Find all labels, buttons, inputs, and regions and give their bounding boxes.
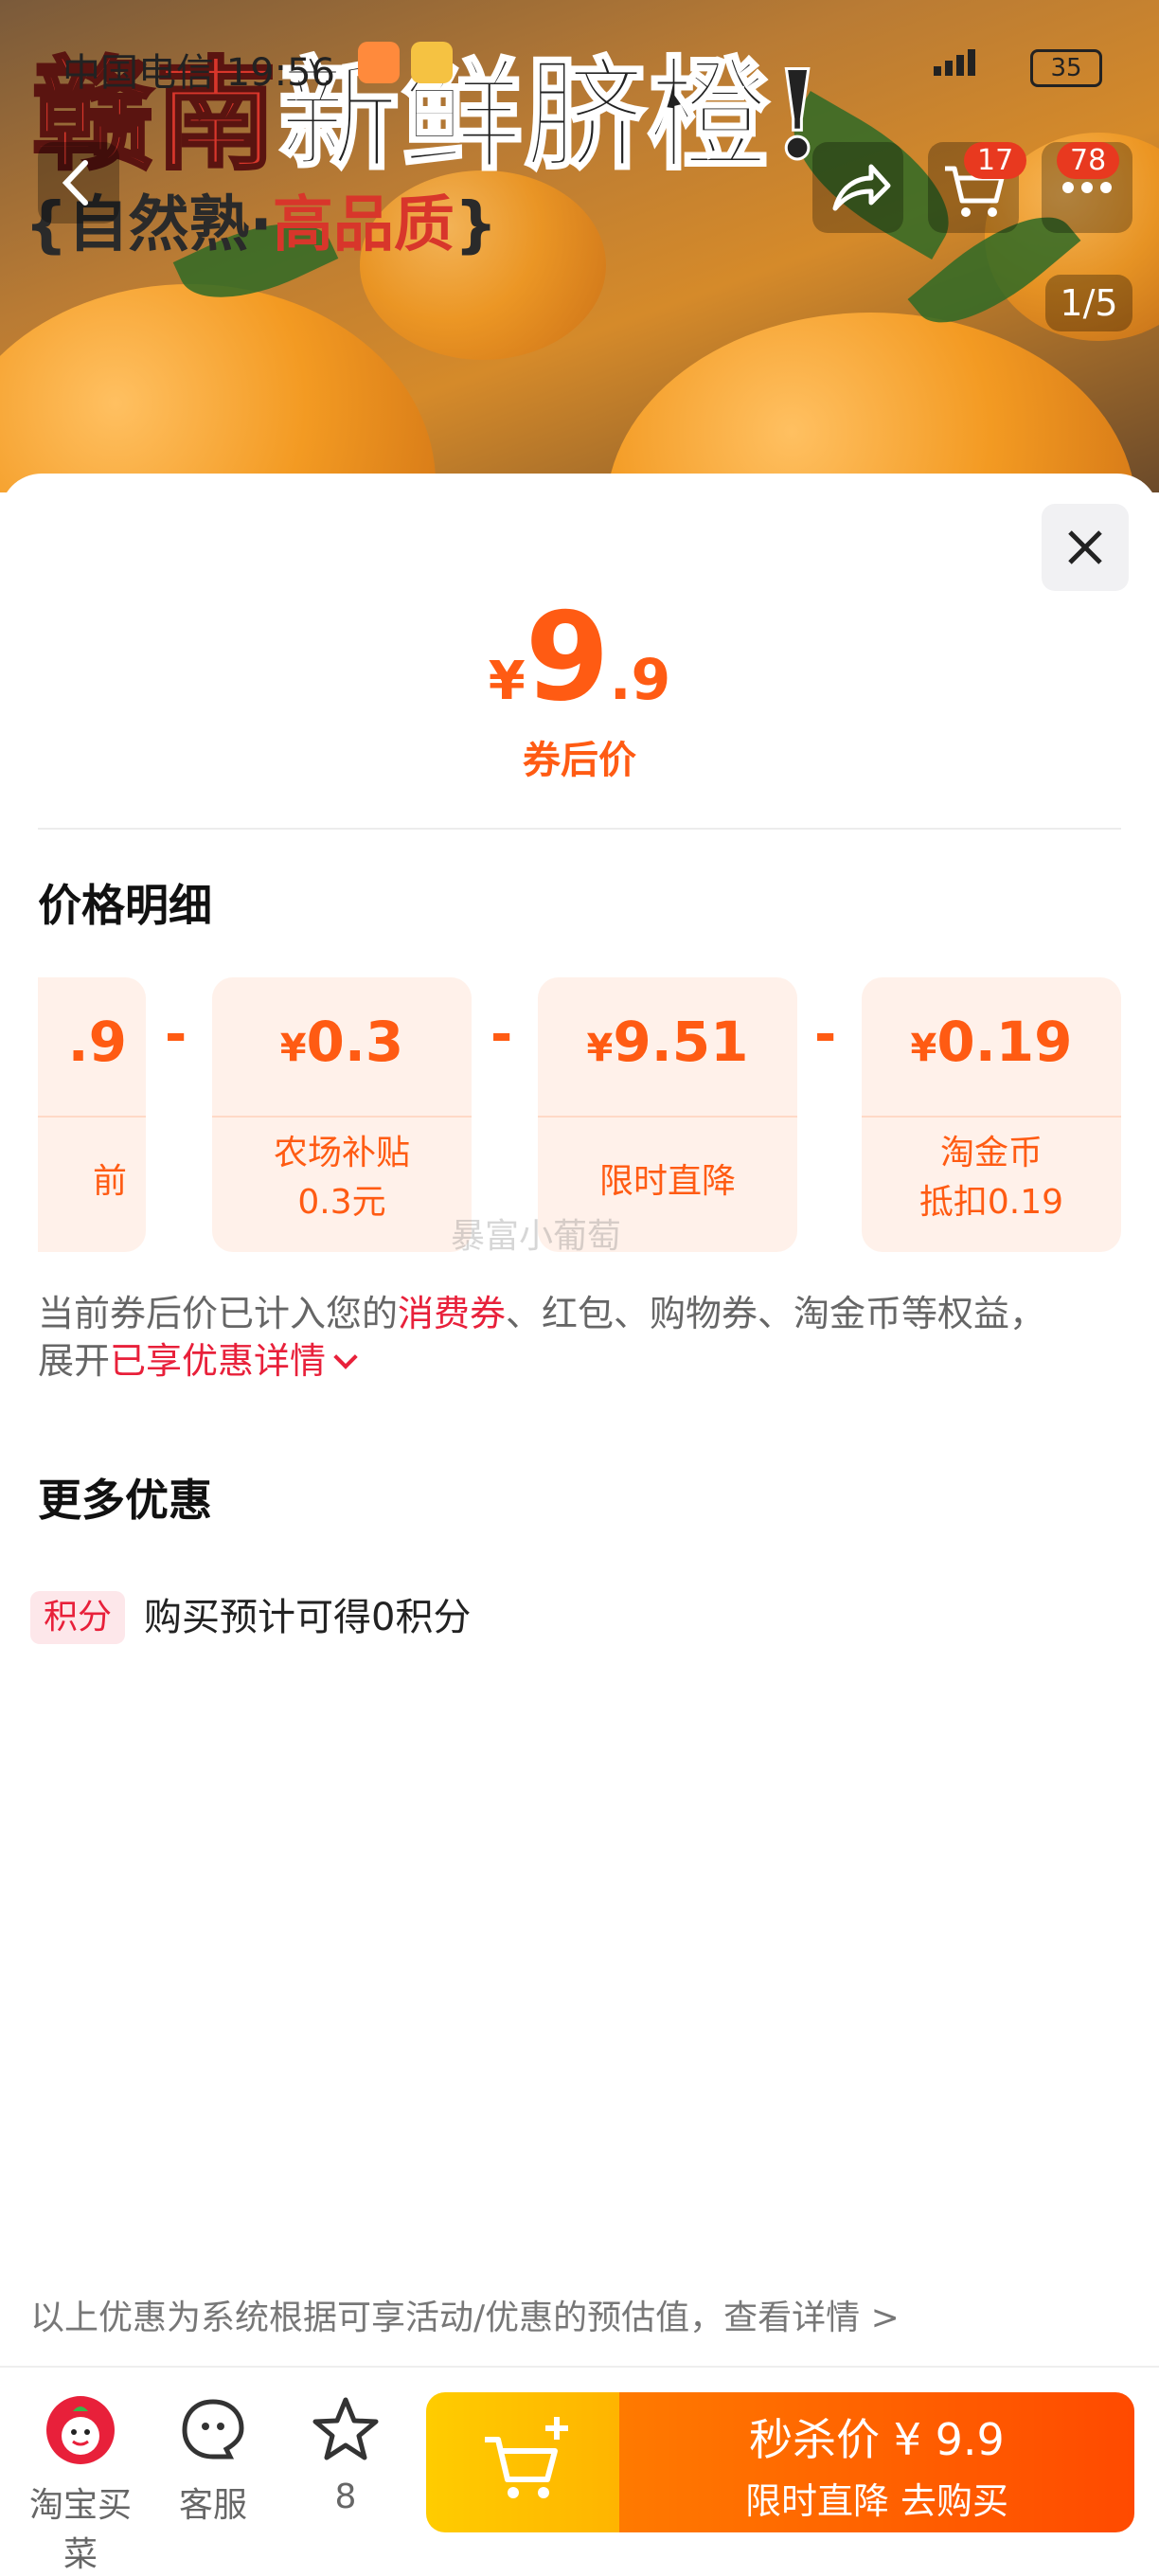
more-offers-title: 更多优惠: [38, 1475, 212, 1526]
share-icon: [832, 164, 891, 211]
card-label-line2: 抵扣0.19: [918, 1183, 1064, 1222]
price-currency: ¥: [488, 651, 526, 712]
star-icon: [312, 2397, 379, 2460]
price-integer: 9: [525, 587, 610, 728]
buy-button-price: 秒杀价 ¥ 9.9: [749, 2414, 1005, 2465]
card-label-line1: 淘金币: [939, 1134, 1043, 1172]
cart-count-badge: 17: [964, 142, 1027, 179]
close-button[interactable]: [1042, 504, 1129, 591]
card-separator: [862, 1116, 1121, 1118]
image-counter: 1/5: [1045, 275, 1132, 331]
card-label: 淘金币 抵扣0.19: [862, 1129, 1121, 1227]
card-amount-value: 0.19: [936, 1010, 1073, 1074]
card-label: 农场补贴 0.3元: [212, 1129, 472, 1227]
minus-operator: -: [814, 1004, 837, 1065]
card-currency: ¥: [910, 1027, 937, 1070]
card-amount: ¥9.51: [538, 1010, 797, 1074]
divider: [0, 2366, 1159, 2368]
shop-label: 淘宝买菜: [28, 2486, 132, 2574]
share-button[interactable]: [812, 142, 903, 233]
card-currency: ¥: [279, 1027, 307, 1070]
card-amount: ¥0.3: [212, 1010, 472, 1074]
buy-now-button[interactable]: 秒杀价 ¥ 9.9 限时直降 去购买: [619, 2392, 1134, 2532]
chevron-down-icon: [333, 1345, 358, 1369]
taobao-maicai-logo-icon: [46, 2396, 115, 2464]
breakdown-card-taojinbi: ¥0.19 淘金币 抵扣0.19: [862, 977, 1121, 1252]
banner-subtitle-close: }: [454, 190, 498, 260]
breakdown-title: 价格明细: [38, 880, 212, 931]
status-right-cluster: 35: [933, 47, 1102, 87]
weibo-icon: [411, 42, 453, 83]
price-decimal: .9: [609, 647, 671, 713]
taobao-maicai-shop-button[interactable]: 淘宝买菜: [19, 2394, 142, 2576]
customer-service-icon: [182, 2399, 244, 2460]
desc-text: 展开: [38, 1340, 111, 1382]
minus-operator: -: [490, 1004, 513, 1065]
estimate-footnote-link[interactable]: 以上优惠为系统根据可享活动/优惠的预估值，查看详情 >: [30, 2290, 900, 2339]
service-label: 客服: [178, 2486, 247, 2525]
banner-subtitle-highlight: 高品质: [272, 190, 455, 260]
price-label: 券后价: [523, 739, 636, 782]
add-to-cart-icon: [485, 2417, 568, 2498]
card-label: 前: [92, 1162, 127, 1201]
points-text: 购买预计可得0积分: [144, 1596, 472, 1639]
divider: [38, 828, 1121, 830]
battery-icon: 35: [1030, 49, 1102, 87]
card-separator: [38, 1116, 146, 1118]
status-carrier-time: 中国电信 19:56: [62, 42, 335, 97]
points-tag: 积分: [30, 1591, 125, 1644]
back-arrow-icon: [62, 160, 88, 206]
benefit-details-toggle[interactable]: 已享优惠详情: [110, 1340, 358, 1382]
consumer-coupon-link[interactable]: 消费券: [398, 1293, 506, 1334]
card-label-line1: 农场补贴: [273, 1134, 410, 1172]
card-separator: [538, 1116, 797, 1118]
card-amount: ¥0.19: [862, 1010, 1121, 1074]
final-price: ¥9.9: [0, 587, 1159, 728]
card-currency: ¥: [586, 1027, 614, 1070]
watermark: 暴富小葡萄: [451, 1217, 622, 1256]
card-label-line2: 0.3元: [297, 1183, 386, 1222]
status-bar: 中国电信 19:56 35: [0, 38, 1159, 95]
card-label: 限时直降: [598, 1162, 736, 1201]
favorite-count: 8: [334, 2478, 357, 2516]
breakdown-card: .9 前: [38, 977, 146, 1252]
buy-button-label: 限时直降 去购买: [744, 2480, 1009, 2522]
carrier-name: 中国电信: [62, 51, 214, 95]
card-amount-value: 0.3: [306, 1010, 404, 1074]
close-icon: [1068, 530, 1102, 564]
notification-app-icon: [358, 42, 400, 83]
back-button[interactable]: [38, 142, 119, 224]
benefit-details-label: 已享优惠详情: [110, 1340, 327, 1382]
benefit-description: 当前券后价已计入您的消费券、红包、购物券、淘金币等权益， 展开已享优惠详情: [38, 1290, 1117, 1385]
signal-icon: [933, 47, 1019, 83]
customer-service-button[interactable]: 客服: [152, 2394, 275, 2527]
card-amount: .9: [67, 1010, 127, 1074]
favorite-button[interactable]: 8: [284, 2394, 407, 2516]
desc-text: 、红包、购物券、淘金币等权益，: [506, 1293, 1046, 1334]
status-time: 19:56: [225, 51, 335, 95]
message-count-badge: 78: [1057, 142, 1120, 179]
card-amount-value: 9.51: [613, 1010, 749, 1074]
breakdown-card-farm-subsidy: ¥0.3 农场补贴 0.3元: [212, 977, 472, 1252]
card-separator: [212, 1116, 472, 1118]
add-to-cart-button[interactable]: [426, 2392, 619, 2532]
desc-text: 当前券后价已计入您的: [38, 1293, 399, 1334]
minus-operator: -: [165, 1004, 187, 1065]
